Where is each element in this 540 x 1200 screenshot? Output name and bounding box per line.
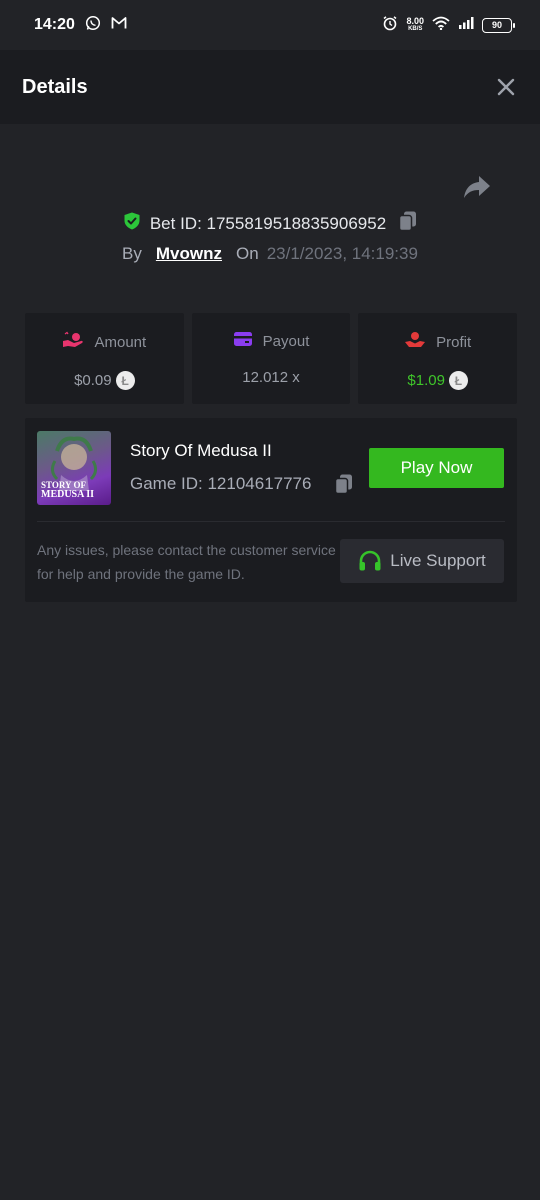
on-label: On <box>236 244 259 263</box>
wifi-icon <box>432 16 450 35</box>
stat-value-row: 12.012 x <box>242 369 300 386</box>
game-id: Game ID: 12104617776 <box>130 474 312 493</box>
wallet-card-icon <box>233 331 253 351</box>
stat-value: $0.09 <box>74 372 112 389</box>
copy-game-id-button[interactable] <box>334 473 354 500</box>
play-now-button[interactable]: Play Now <box>369 448 504 488</box>
net-speed: 8.00 KB/S <box>406 17 424 33</box>
stat-value-row: $1.09 Ł <box>407 371 468 390</box>
net-speed-value: 8.00 <box>406 16 424 26</box>
share-button[interactable] <box>462 174 492 200</box>
net-speed-unit: KB/S <box>408 26 423 32</box>
status-time: 14:20 <box>34 16 75 33</box>
game-card: STORY OF MEDUSA II Story Of Medusa II Ga… <box>25 418 517 602</box>
stat-payout: Payout 12.012 x <box>191 313 351 404</box>
details-header: Details <box>0 50 540 124</box>
gmail-icon <box>111 16 127 35</box>
username-link[interactable]: Mvownz <box>156 244 222 264</box>
bet-datetime: 23/1/2023, 14:19:39 <box>266 244 418 263</box>
whatsapp-icon <box>85 15 101 36</box>
game-thumbnail-title: STORY OF MEDUSA II <box>41 481 95 500</box>
copy-bet-id-button[interactable] <box>398 210 418 237</box>
litecoin-icon: Ł <box>115 371 135 390</box>
by-label: By <box>122 244 142 263</box>
litecoin-icon: Ł <box>448 371 468 390</box>
alarm-icon <box>382 15 398 36</box>
stat-label: Payout <box>262 332 310 350</box>
game-thumbnail[interactable]: STORY OF MEDUSA II <box>37 431 111 505</box>
page-title: Details <box>22 75 88 98</box>
bet-stats: Amount $0.09 Ł Payout 12.012 x Profit $1… <box>25 313 518 404</box>
divider <box>37 521 505 522</box>
close-button[interactable] <box>494 75 518 99</box>
copy-icon <box>334 474 352 495</box>
stat-label: Amount <box>94 333 147 351</box>
stat-value: $1.09 <box>407 372 445 389</box>
share-icon <box>464 176 490 198</box>
coin-hand-icon <box>404 331 426 353</box>
stat-header: Payout <box>233 331 310 351</box>
game-name: Story Of Medusa II <box>130 441 272 460</box>
bet-author-row: By Mvownz On 23/1/2023, 14:19:39 <box>0 244 540 264</box>
copy-icon <box>398 211 417 232</box>
headphones-icon <box>359 550 381 571</box>
status-right: 8.00 KB/S 90 <box>382 15 515 36</box>
close-icon <box>497 78 515 96</box>
bet-id: Bet ID: 1755819518835906952 <box>149 213 387 233</box>
battery-level: 90 <box>491 20 502 30</box>
money-hand-icon <box>62 331 84 353</box>
signal-icon <box>458 16 474 34</box>
battery-icon: 90 <box>482 17 515 33</box>
status-left: 14:20 <box>34 15 127 36</box>
bet-id-row: Bet ID: 1755819518835906952 <box>0 210 540 237</box>
stat-label: Profit <box>436 333 472 351</box>
stat-header: Amount <box>62 331 146 353</box>
stat-value: 12.012 x <box>242 369 300 386</box>
stat-value-row: $0.09 Ł <box>74 371 135 390</box>
status-bar: 14:20 8.00 KB/S 90 <box>0 0 540 50</box>
live-support-label: Live Support <box>390 551 486 570</box>
stat-header: Profit <box>404 331 471 353</box>
verified-shield-icon <box>122 211 142 236</box>
stat-profit: Profit $1.09 Ł <box>358 313 518 404</box>
support-notice: Any issues, please contact the customer … <box>37 542 336 582</box>
live-support-button[interactable]: Live Support <box>340 539 504 583</box>
thumb-line-2: MEDUSA II <box>41 489 95 500</box>
stat-amount: Amount $0.09 Ł <box>25 313 184 404</box>
